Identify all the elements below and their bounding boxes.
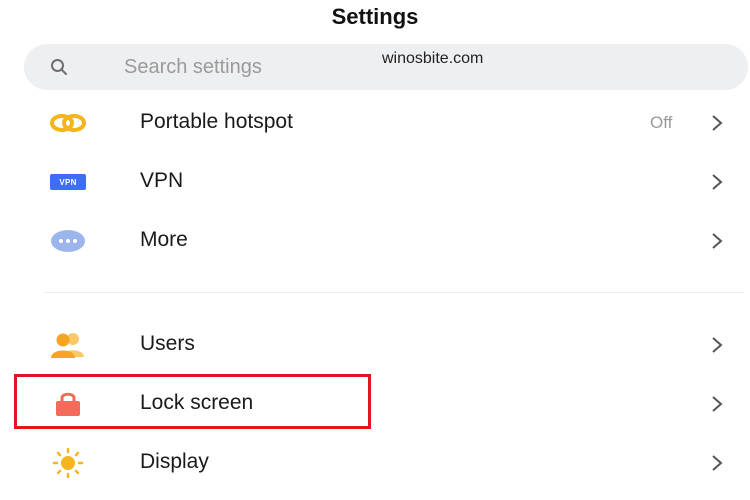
section-divider bbox=[44, 292, 744, 293]
status-value: Off bbox=[650, 113, 673, 132]
settings-item-label: More bbox=[140, 228, 188, 251]
highlight-box bbox=[14, 374, 371, 429]
settings-item-more[interactable]: More bbox=[0, 212, 750, 270]
settings-item-portable-hotspot[interactable]: Portable hotspot Off bbox=[0, 94, 750, 152]
settings-item-label: VPN bbox=[140, 169, 184, 192]
chevron-right-icon bbox=[712, 174, 723, 190]
display-icon bbox=[48, 447, 88, 479]
vpn-badge: VPN bbox=[50, 174, 86, 190]
page-title: Settings bbox=[331, 4, 419, 29]
settings-item-label: Portable hotspot bbox=[140, 110, 293, 133]
settings-item-users[interactable]: Users bbox=[0, 316, 750, 374]
search-icon bbox=[51, 59, 67, 75]
chevron-right-icon bbox=[712, 233, 723, 249]
users-icon bbox=[48, 329, 88, 361]
settings-item-vpn[interactable]: VPN VPN bbox=[0, 153, 750, 211]
settings-item-label: Users bbox=[140, 332, 195, 355]
chevron-right-icon bbox=[712, 455, 723, 471]
chevron-right-icon bbox=[712, 115, 723, 131]
vpn-icon: VPN bbox=[48, 166, 88, 198]
settings-item-label: Display bbox=[140, 450, 209, 473]
search-input[interactable] bbox=[124, 53, 374, 81]
more-icon bbox=[48, 225, 88, 257]
hotspot-icon bbox=[48, 107, 88, 139]
settings-item-display[interactable]: Display bbox=[0, 434, 750, 492]
chevron-right-icon bbox=[712, 396, 723, 412]
chevron-right-icon bbox=[712, 337, 723, 353]
watermark-text: winosbite.com bbox=[382, 50, 484, 67]
